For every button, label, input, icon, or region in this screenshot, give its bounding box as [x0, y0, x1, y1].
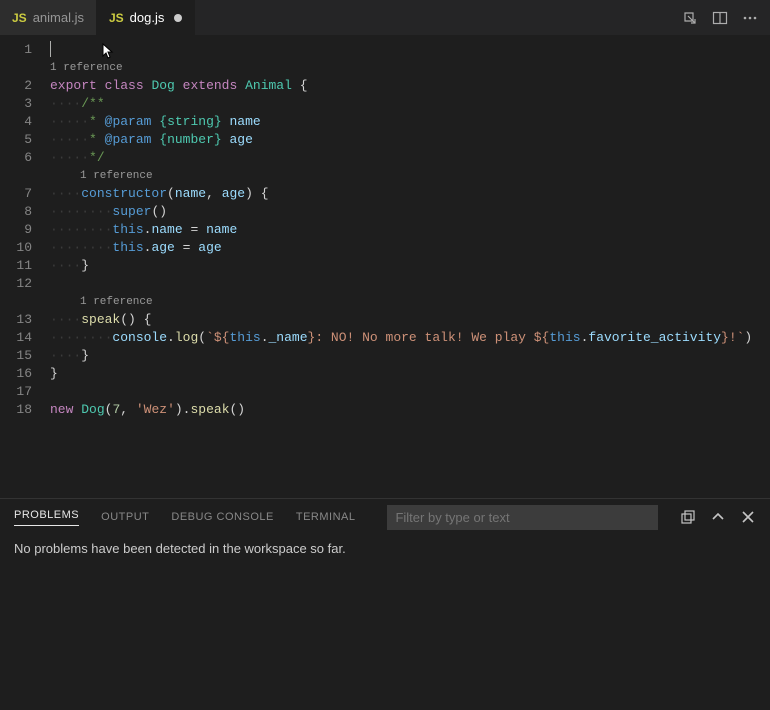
tab-animal-js[interactable]: JS animal.js	[0, 0, 97, 35]
problems-empty-message: No problems have been detected in the wo…	[14, 541, 346, 556]
js-icon: JS	[109, 11, 124, 25]
chevron-up-icon[interactable]	[710, 509, 726, 525]
compare-changes-icon[interactable]	[682, 10, 698, 26]
bottom-panel: PROBLEMS OUTPUT DEBUG CONSOLE TERMINAL N…	[0, 498, 770, 710]
collapse-all-icon[interactable]	[680, 509, 696, 525]
panel-actions	[680, 509, 756, 525]
panel-filter	[387, 505, 658, 530]
code-content[interactable]: 1 reference export class Dog extends Ani…	[50, 41, 770, 498]
codelens-reference[interactable]: 1 reference	[50, 59, 770, 77]
tab-actions	[670, 0, 770, 35]
panel-body: No problems have been detected in the wo…	[0, 535, 770, 562]
panel-tab-output[interactable]: OUTPUT	[101, 511, 149, 523]
panel-tab-debug-console[interactable]: DEBUG CONSOLE	[171, 511, 273, 523]
codelens-reference[interactable]: 1 reference	[50, 293, 770, 311]
js-icon: JS	[12, 11, 27, 25]
tab-dog-js[interactable]: JS dog.js	[97, 0, 195, 35]
tab-label: animal.js	[33, 10, 84, 25]
panel-tab-terminal[interactable]: TERMINAL	[296, 511, 356, 523]
split-editor-icon[interactable]	[712, 10, 728, 26]
more-actions-icon[interactable]	[742, 10, 758, 26]
close-icon[interactable]	[740, 509, 756, 525]
tab-bar: JS animal.js JS dog.js	[0, 0, 770, 35]
tab-label: dog.js	[130, 10, 165, 25]
line-gutter: 1 2 3 4 5 6 7 8 9 10 11 12 13 14 15 16 1…	[0, 41, 50, 498]
panel-tabs: PROBLEMS OUTPUT DEBUG CONSOLE TERMINAL	[0, 499, 770, 535]
text-cursor	[50, 41, 51, 57]
panel-tab-problems[interactable]: PROBLEMS	[14, 509, 79, 526]
dirty-indicator-icon	[174, 14, 182, 22]
code-editor[interactable]: 1 2 3 4 5 6 7 8 9 10 11 12 13 14 15 16 1…	[0, 35, 770, 498]
codelens-reference[interactable]: 1 reference	[50, 167, 770, 185]
filter-input[interactable]	[387, 505, 658, 530]
